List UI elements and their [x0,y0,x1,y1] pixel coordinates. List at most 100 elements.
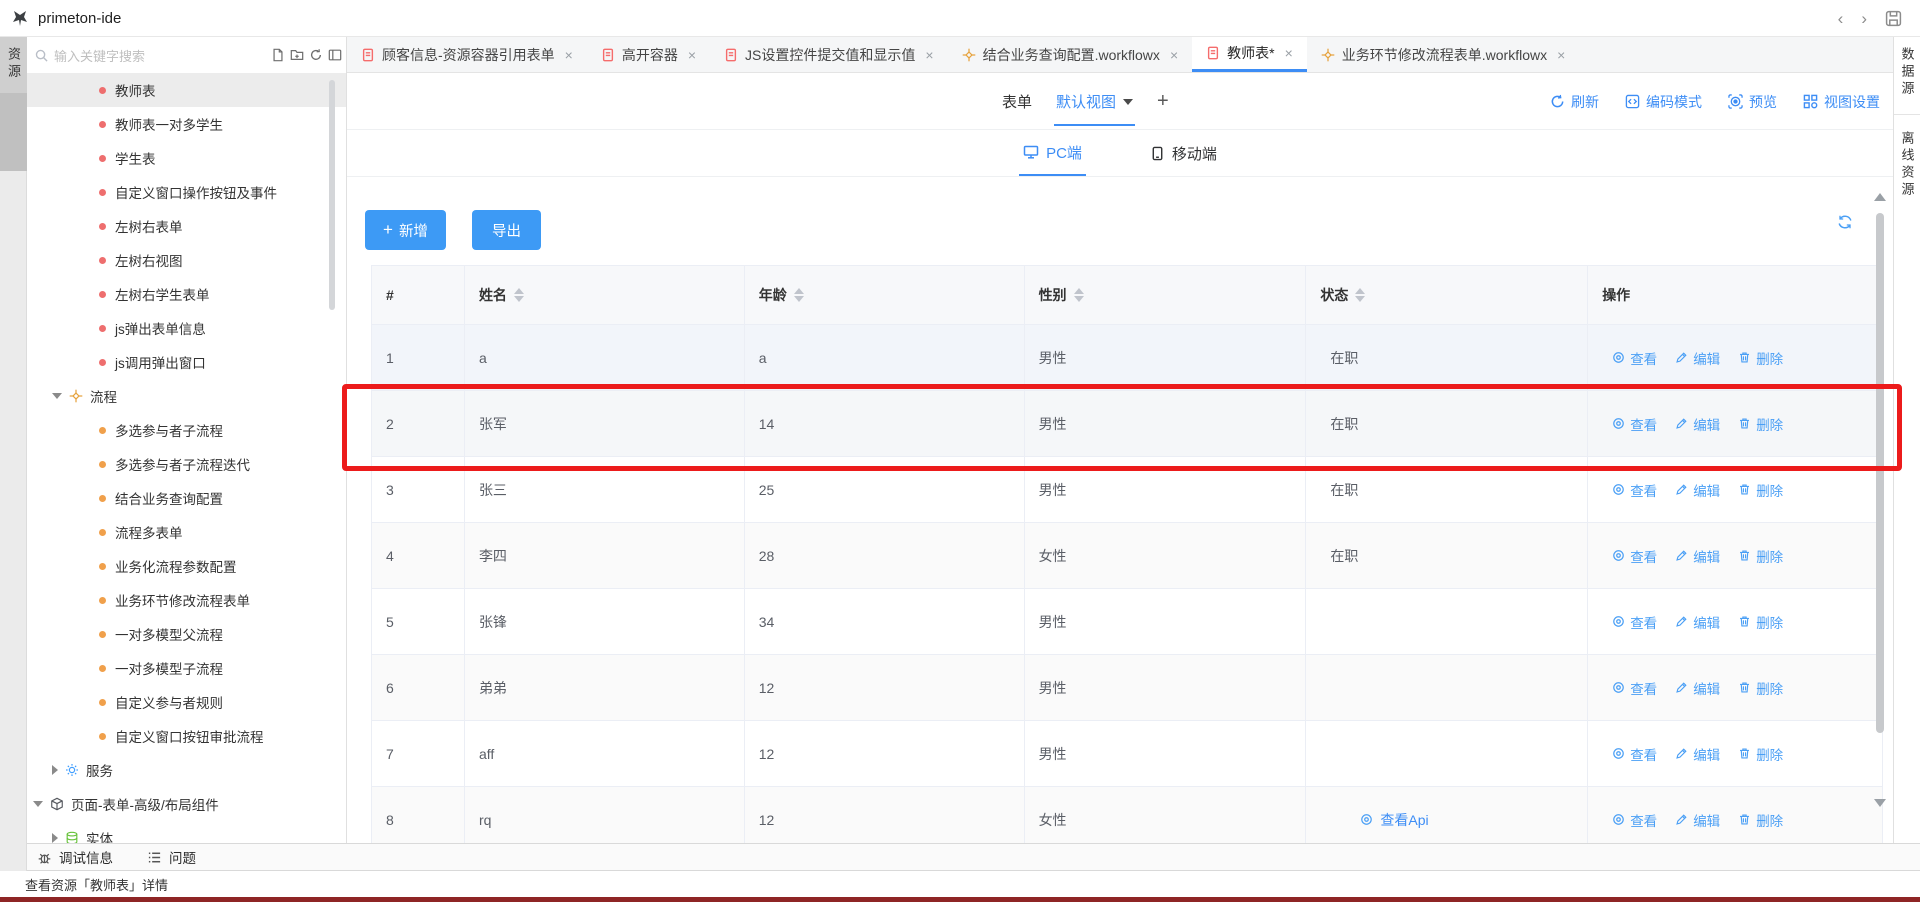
rail-scrollbar-thumb[interactable] [0,93,27,171]
close-tab-icon[interactable]: × [1557,47,1565,63]
sort-icon[interactable] [514,288,524,302]
delete-button[interactable]: 删除 [1738,612,1783,632]
delete-button[interactable]: 删除 [1738,546,1783,566]
tab-pc[interactable]: PC端 [1019,130,1086,176]
code-mode-button[interactable]: 编码模式 [1625,92,1702,112]
refresh-button[interactable]: 刷新 [1550,92,1599,112]
view-settings-button[interactable]: 视图设置 [1803,92,1880,112]
view-button[interactable]: 查看 [1612,612,1657,632]
add-record-button[interactable]: + 新增 [365,210,446,250]
editor-tab[interactable]: 教师表*× [1192,37,1307,72]
debug-info-tab[interactable]: 调试信息 [37,847,113,867]
view-button[interactable]: 查看 [1612,546,1657,566]
view-api-link[interactable]: 查看Api [1360,810,1428,830]
close-tab-icon[interactable]: × [925,47,933,63]
problems-tab[interactable]: 问题 [147,847,196,867]
view-button[interactable]: 查看 [1612,348,1657,368]
edit-button[interactable]: 编辑 [1675,678,1720,698]
scroll-down-icon[interactable] [1874,799,1886,807]
view-button[interactable]: 查看 [1612,678,1657,698]
tree-item[interactable]: 实体 [27,821,346,843]
content-scrollbar-thumb[interactable] [1876,213,1884,733]
edit-button[interactable]: 编辑 [1675,414,1720,434]
new-file-icon[interactable] [271,48,285,62]
tree-item[interactable]: 多选参与者子流程迭代 [27,447,346,481]
column-header[interactable]: 姓名 [465,266,745,325]
tree-item[interactable]: 学生表 [27,141,346,175]
add-folder-icon[interactable] [290,48,304,62]
view-selector-dropdown[interactable]: 默认视图 [1054,77,1135,126]
editor-tab[interactable]: 顾客信息-资源容器引用表单× [347,37,587,72]
tree-item[interactable]: 一对多模型子流程 [27,651,346,685]
view-button[interactable]: 查看 [1612,810,1657,830]
add-view-button[interactable]: + [1157,90,1169,113]
column-header[interactable]: 年龄 [745,266,1025,325]
refresh-icon[interactable] [309,48,323,62]
tree-item[interactable]: 自定义参与者规则 [27,685,346,719]
close-tab-icon[interactable]: × [1285,45,1293,61]
tree-item[interactable]: 结合业务查询配置 [27,481,346,515]
tree-scrollbar-thumb[interactable] [329,80,335,310]
sort-icon[interactable] [1074,288,1084,302]
view-button[interactable]: 查看 [1612,480,1657,500]
tree-item[interactable]: 流程多表单 [27,515,346,549]
tree-item[interactable]: js调用弹出窗口 [27,345,346,379]
edit-button[interactable]: 编辑 [1675,348,1720,368]
nav-back-icon[interactable]: ‹ [1838,10,1844,27]
tree-item[interactable]: js弹出表单信息 [27,311,346,345]
close-tab-icon[interactable]: × [565,47,573,63]
sort-icon[interactable] [794,288,804,302]
sync-refresh-icon[interactable] [1837,214,1853,230]
save-layout-icon[interactable] [1885,10,1902,27]
delete-button[interactable]: 删除 [1738,810,1783,830]
sort-icon[interactable] [1355,288,1365,302]
tree-item[interactable]: 业务化流程参数配置 [27,549,346,583]
tree-item[interactable]: 教师表一对多学生 [27,107,346,141]
edit-button[interactable]: 编辑 [1675,744,1720,764]
scroll-up-icon[interactable] [1874,193,1886,201]
delete-button[interactable]: 删除 [1738,348,1783,368]
rail-tab-resources[interactable]: 资源 [0,37,27,93]
tree-item[interactable]: 一对多模型父流程 [27,617,346,651]
edit-button[interactable]: 编辑 [1675,546,1720,566]
caret-right-icon[interactable] [52,833,58,843]
close-tab-icon[interactable]: × [688,47,696,63]
delete-button[interactable]: 删除 [1738,744,1783,764]
collapse-panel-icon[interactable] [328,48,342,62]
view-button[interactable]: 查看 [1612,744,1657,764]
delete-button[interactable]: 删除 [1738,480,1783,500]
editor-tab[interactable]: 高开容器× [587,37,710,72]
nav-forward-icon[interactable]: › [1861,10,1867,27]
delete-button[interactable]: 删除 [1738,678,1783,698]
view-button[interactable]: 查看 [1612,414,1657,434]
tree-item[interactable]: 自定义窗口操作按钮及事件 [27,175,346,209]
edit-button[interactable]: 编辑 [1675,480,1720,500]
edit-button[interactable]: 编辑 [1675,810,1720,830]
editor-tab[interactable]: 业务环节修改流程表单.workflowx× [1307,37,1580,72]
tab-mobile[interactable]: 移动端 [1146,130,1221,176]
preview-button[interactable]: 预览 [1728,92,1777,112]
caret-down-icon[interactable] [33,801,43,807]
column-header[interactable]: 状态 [1306,266,1588,325]
caret-down-icon[interactable] [52,393,62,399]
caret-right-icon[interactable] [52,765,58,775]
tree-item[interactable]: 左树右视图 [27,243,346,277]
delete-button[interactable]: 删除 [1738,414,1783,434]
editor-tab[interactable]: JS设置控件提交值和显示值× [710,37,948,72]
export-button[interactable]: 导出 [472,210,541,250]
tree-item[interactable]: 服务 [27,753,346,787]
tree-item[interactable]: 页面-表单-高级/布局组件 [27,787,346,821]
rail-tab-offline-resources[interactable]: 离线资源 [1894,121,1920,209]
tree-item[interactable]: 自定义窗口按钮审批流程 [27,719,346,753]
search-input[interactable]: 输入关键字搜索 [35,46,145,65]
editor-tab[interactable]: 结合业务查询配置.workflowx× [948,37,1193,72]
tree-item[interactable]: 业务环节修改流程表单 [27,583,346,617]
column-header[interactable]: 性别 [1025,266,1307,325]
close-tab-icon[interactable]: × [1170,47,1178,63]
tree-item[interactable]: 左树右表单 [27,209,346,243]
tree-item[interactable]: 教师表 [27,73,346,107]
edit-button[interactable]: 编辑 [1675,612,1720,632]
rail-tab-datasource[interactable]: 数据源 [1894,37,1920,108]
tree-item[interactable]: 多选参与者子流程 [27,413,346,447]
tree-item[interactable]: 左树右学生表单 [27,277,346,311]
